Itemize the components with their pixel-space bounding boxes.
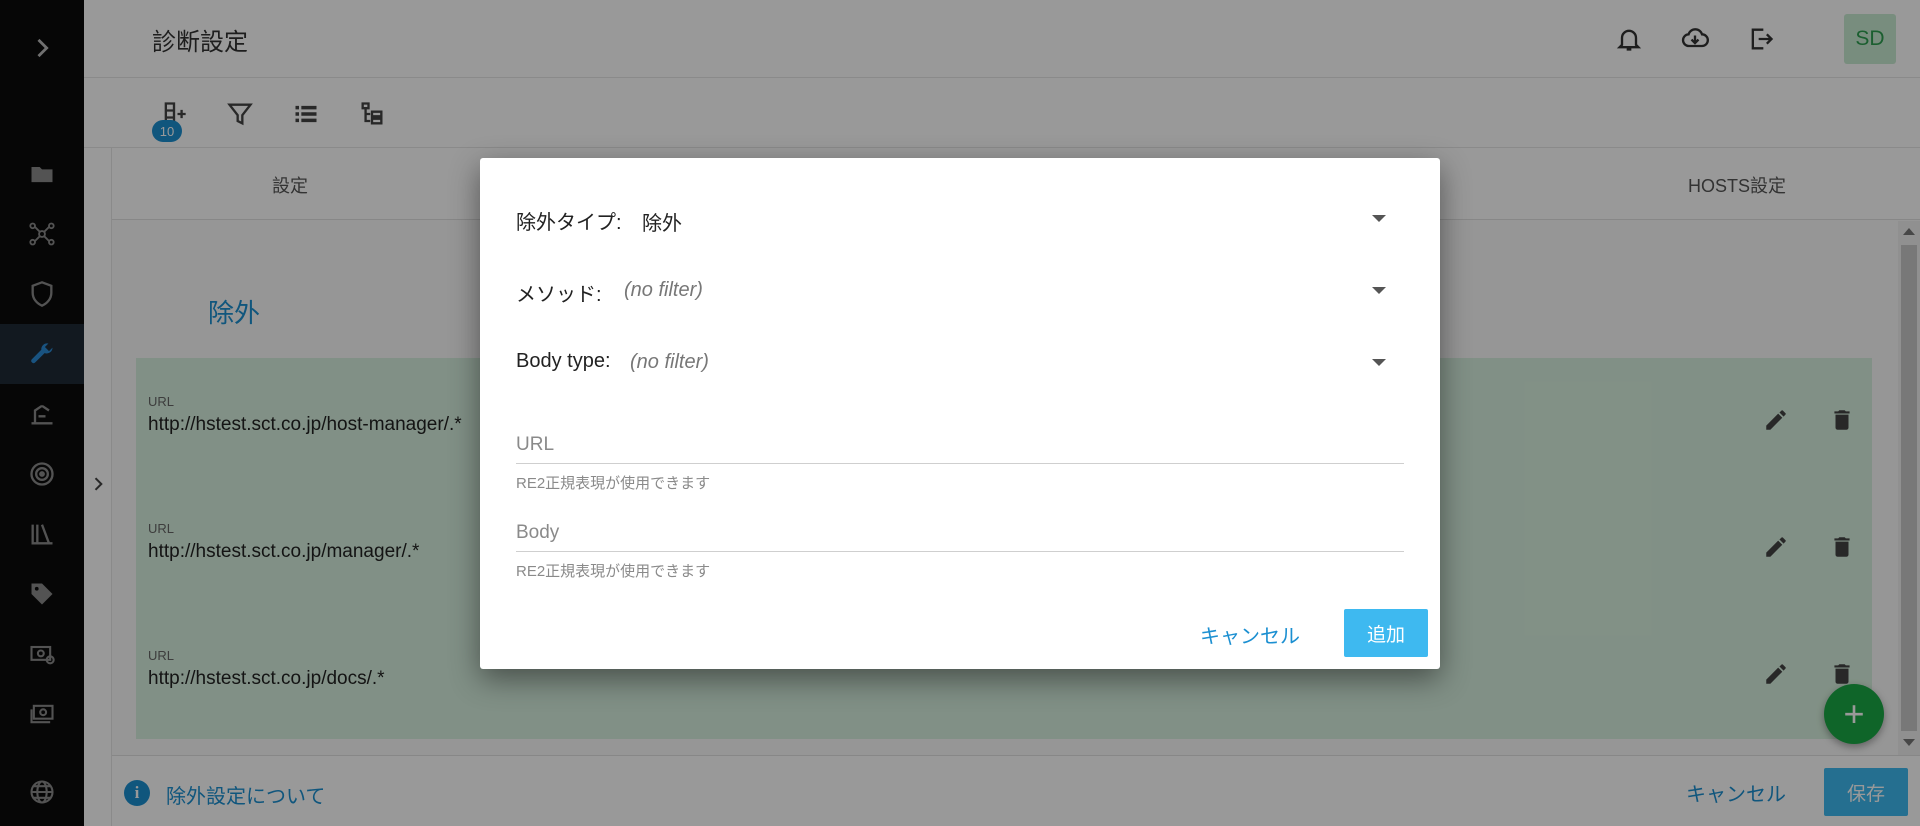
dialog-cancel-button[interactable]: キャンセル: [1200, 620, 1300, 649]
dropdown-arrow-icon: [1372, 215, 1386, 222]
exclusion-type-value: 除外: [642, 213, 682, 235]
url-hint: RE2正規表現が使用できます: [516, 475, 711, 492]
body-type-select[interactable]: Body type: (no filter): [516, 342, 1386, 382]
dialog-add-button[interactable]: 追加: [1344, 609, 1428, 657]
body-field[interactable]: [516, 512, 1404, 552]
method-select[interactable]: メソッド: (no filter): [516, 270, 1386, 310]
body-type-value: (no filter): [630, 351, 709, 373]
method-label: メソッド:: [516, 284, 602, 306]
url-input[interactable]: [516, 430, 1404, 460]
dropdown-arrow-icon: [1372, 359, 1386, 366]
body-type-label: Body type:: [516, 350, 611, 372]
body-hint: RE2正規表現が使用できます: [516, 563, 711, 580]
dropdown-arrow-icon: [1372, 287, 1386, 294]
add-exclusion-dialog: 除外タイプ: 除外 メソッド: (no filter) Body type: (…: [480, 158, 1440, 669]
method-value: (no filter): [624, 279, 703, 301]
body-input[interactable]: [516, 518, 1404, 548]
url-field[interactable]: [516, 424, 1404, 464]
exclusion-type-select[interactable]: 除外タイプ: 除外: [516, 198, 1386, 238]
exclusion-type-label: 除外タイプ:: [516, 212, 622, 234]
